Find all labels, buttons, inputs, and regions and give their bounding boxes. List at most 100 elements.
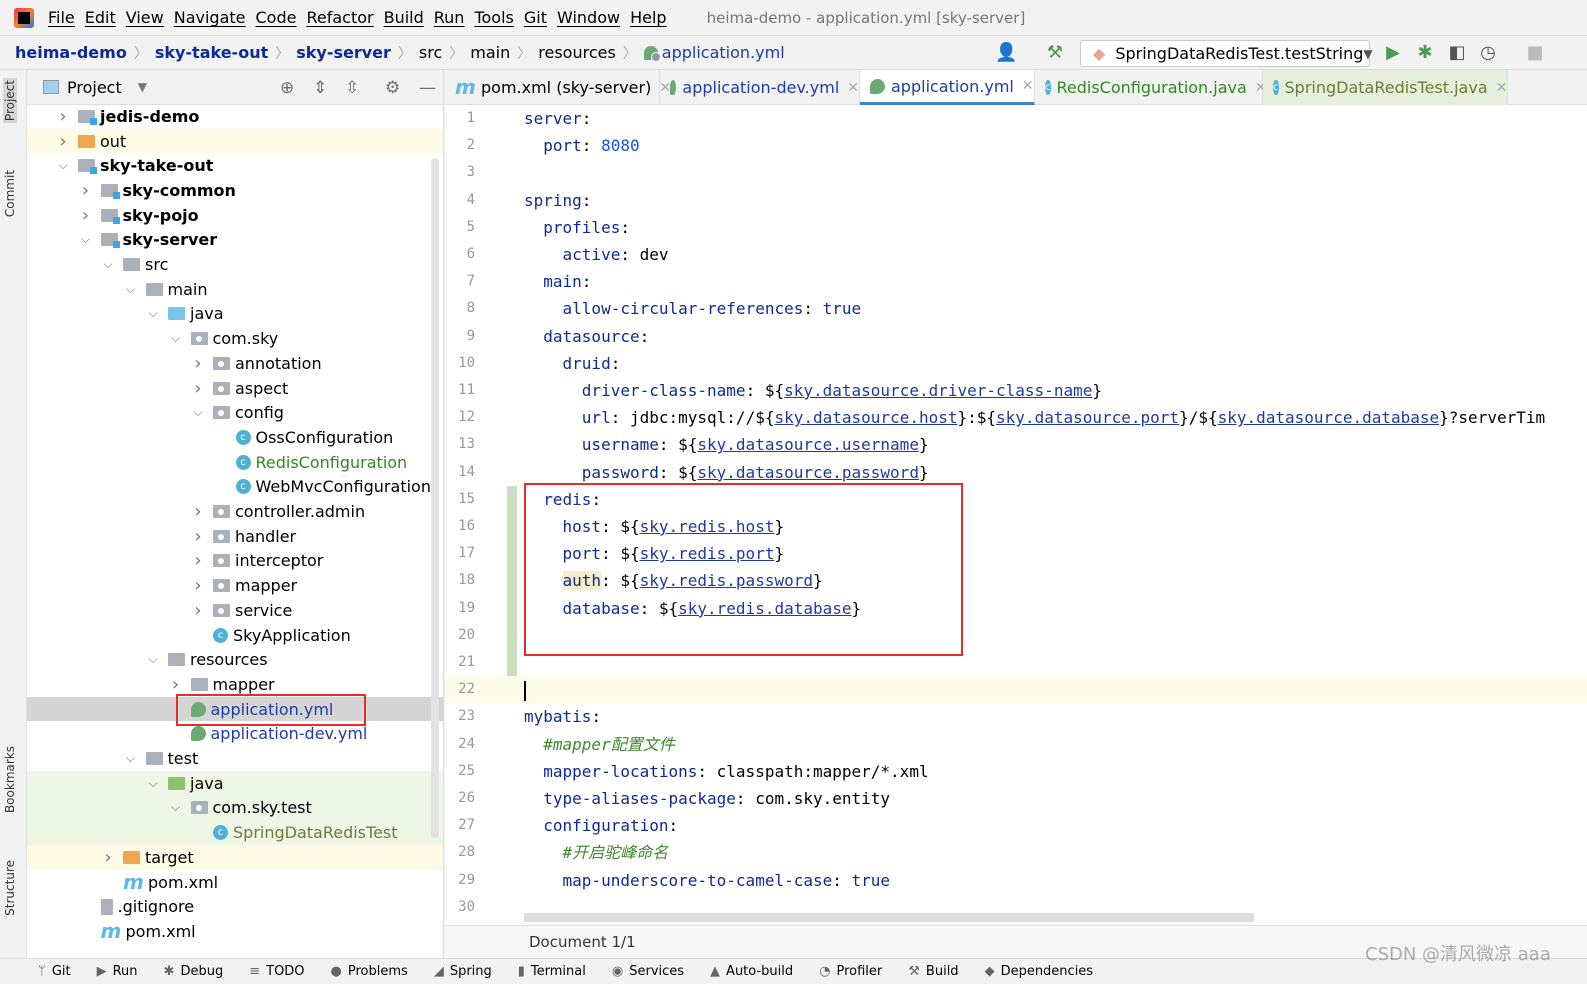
stripe-bookmarks[interactable]: Bookmarks [3, 746, 17, 813]
stripe-project[interactable]: Project [3, 78, 17, 124]
stripe-structure[interactable]: Structure [3, 860, 17, 916]
menu-edit[interactable]: Edit [85, 8, 116, 27]
tree-item[interactable]: ⌵ config [27, 400, 443, 425]
tree-item[interactable]: › mapper [27, 573, 443, 598]
chevron-right-icon[interactable]: › [191, 575, 205, 596]
horizontal-scrollbar[interactable] [524, 913, 1254, 922]
tree-item[interactable]: › sky-pojo [27, 203, 443, 228]
run-icon[interactable]: ▶ [1383, 43, 1403, 63]
coverage-icon[interactable]: ◧ [1447, 43, 1467, 63]
placeholder-link[interactable]: sky.datasource.username [697, 435, 919, 454]
tab-redisconfiguration-java[interactable]: c RedisConfiguration.java ✕ [1035, 70, 1267, 105]
project-view-select[interactable]: Project [67, 78, 122, 97]
tree-item[interactable]: › controller.admin [27, 499, 443, 524]
tree-item[interactable]: ⌵ java [27, 302, 443, 327]
tab-application-dev-yml[interactable]: application-dev.yml ✕ [660, 70, 860, 105]
tree-item[interactable]: › target [27, 845, 443, 870]
tool-profiler[interactable]: ◔ Profiler [819, 964, 882, 979]
tree-item[interactable]: m pom.xml [27, 870, 443, 895]
collapse-all-icon[interactable]: ⇳ [345, 78, 359, 98]
tool-todo[interactable]: ≡ TODO [249, 964, 304, 979]
stop-icon[interactable]: ■ [1525, 43, 1545, 63]
tree-item[interactable]: › sky-common [27, 178, 443, 203]
tree-item[interactable]: › interceptor [27, 549, 443, 574]
menu-navigate[interactable]: Navigate [174, 8, 246, 27]
chevron-right-icon[interactable]: › [79, 180, 93, 201]
tree-item[interactable]: c RedisConfiguration [27, 450, 443, 475]
tree-item[interactable]: › aspect [27, 376, 443, 401]
chevron-right-icon[interactable]: › [79, 205, 93, 226]
tree-item[interactable]: c SkyApplication [27, 623, 443, 648]
tool-terminal[interactable]: ▮ Terminal [518, 964, 586, 979]
tree-item[interactable]: c OssConfiguration [27, 425, 443, 450]
gear-icon[interactable]: ⚙ [385, 78, 400, 98]
menu-file[interactable]: File [48, 8, 75, 27]
placeholder-link[interactable]: sky.datasource.driver-class-name [784, 381, 1092, 400]
tree-item[interactable]: m pom.xml [27, 919, 443, 944]
locate-icon[interactable]: ⊕ [280, 78, 294, 98]
placeholder-link[interactable]: sky.datasource.password [697, 463, 919, 482]
menu-refactor[interactable]: Refactor [306, 8, 373, 27]
tree-item[interactable]: ⌵ com.sky [27, 326, 443, 351]
chevron-down-icon[interactable]: ▼ [138, 80, 147, 94]
tab-springdataredistest-java[interactable]: c SpringDataRedisTest.java ✕ [1263, 70, 1508, 105]
tree-item[interactable]: ⌵ java [27, 770, 443, 796]
expand-all-icon[interactable]: ⇕ [313, 78, 327, 98]
chevron-right-icon[interactable]: › [191, 501, 205, 522]
chevron-right-icon[interactable]: › [191, 600, 205, 621]
chevron-down-icon[interactable]: ⌵ [101, 257, 115, 272]
close-icon[interactable]: ✕ [847, 80, 859, 96]
tool-auto-build[interactable]: ▲ Auto-build [710, 964, 793, 979]
breadcrumb-item[interactable]: sky-take-out [155, 43, 268, 62]
chevron-right-icon[interactable]: › [191, 550, 205, 571]
breadcrumb-item[interactable]: sky-server [296, 43, 391, 62]
tool-dependencies[interactable]: ◆ Dependencies [985, 964, 1094, 979]
chevron-right-icon[interactable]: › [101, 847, 115, 868]
menu-code[interactable]: Code [256, 8, 297, 27]
chevron-right-icon[interactable]: › [169, 674, 183, 695]
profile-icon[interactable]: ◷ [1478, 43, 1498, 63]
breadcrumb-item[interactable]: application.yml [643, 43, 785, 62]
chevron-down-icon[interactable]: ⌵ [56, 158, 70, 173]
tree-item[interactable]: c WebMvcConfiguration [27, 475, 443, 500]
chevron-down-icon[interactable]: ⌵ [169, 331, 183, 346]
tree-item[interactable]: › annotation [27, 351, 443, 376]
tree-item[interactable]: ⌵ main [27, 277, 443, 302]
tree-item[interactable]: ⌵ com.sky.test [27, 795, 443, 821]
chevron-right-icon[interactable]: › [56, 131, 70, 152]
tree-item[interactable]: c SpringDataRedisTest [27, 820, 443, 845]
tool-debug[interactable]: ✱ Debug [164, 964, 224, 979]
tree-scrollbar[interactable] [431, 158, 439, 838]
tree-item[interactable]: ⌵ src [27, 252, 443, 277]
debug-icon[interactable]: ✱ [1415, 43, 1435, 63]
tree-item[interactable]: › jedis-demo [27, 104, 443, 129]
menu-window[interactable]: Window [557, 8, 620, 27]
tree-item[interactable]: ⌵ sky-take-out [27, 153, 443, 178]
menu-run[interactable]: Run [434, 8, 465, 27]
placeholder-link[interactable]: sky.datasource.port [996, 408, 1179, 427]
close-icon[interactable]: ✕ [1022, 78, 1034, 94]
stripe-commit[interactable]: Commit [3, 170, 17, 217]
tree-item[interactable]: › handler [27, 524, 443, 549]
run-configuration-select[interactable]: ◆ SpringDataRedisTest.testString ▼ [1080, 40, 1373, 67]
placeholder-link[interactable]: sky.datasource.database [1218, 408, 1440, 427]
tree-item[interactable]: › service [27, 598, 443, 623]
tool-build[interactable]: ⚒ Build [908, 964, 958, 979]
menu-tools[interactable]: Tools [474, 8, 513, 27]
hide-icon[interactable]: — [419, 78, 436, 98]
tool-services[interactable]: ◉ Services [612, 964, 684, 979]
tab-application-yml[interactable]: application.yml ✕ [860, 70, 1035, 105]
chevron-down-icon[interactable]: ⌵ [146, 306, 160, 321]
build-hammer-icon[interactable]: ⚒ [1045, 43, 1065, 63]
chevron-down-icon[interactable]: ⌵ [124, 282, 138, 297]
tree-item[interactable]: ⌵ sky-server [27, 228, 443, 253]
placeholder-link[interactable]: sky.datasource.host [774, 408, 957, 427]
chevron-down-icon[interactable]: ⌵ [146, 652, 160, 667]
tree-item[interactable]: .gitignore [27, 894, 443, 919]
breadcrumb-item[interactable]: resources [538, 43, 616, 62]
breadcrumb-item[interactable]: main [470, 43, 510, 62]
menu-build[interactable]: Build [384, 8, 424, 27]
chevron-right-icon[interactable]: › [191, 526, 205, 547]
close-icon[interactable]: ✕ [1496, 80, 1508, 96]
chevron-right-icon[interactable]: › [191, 378, 205, 399]
